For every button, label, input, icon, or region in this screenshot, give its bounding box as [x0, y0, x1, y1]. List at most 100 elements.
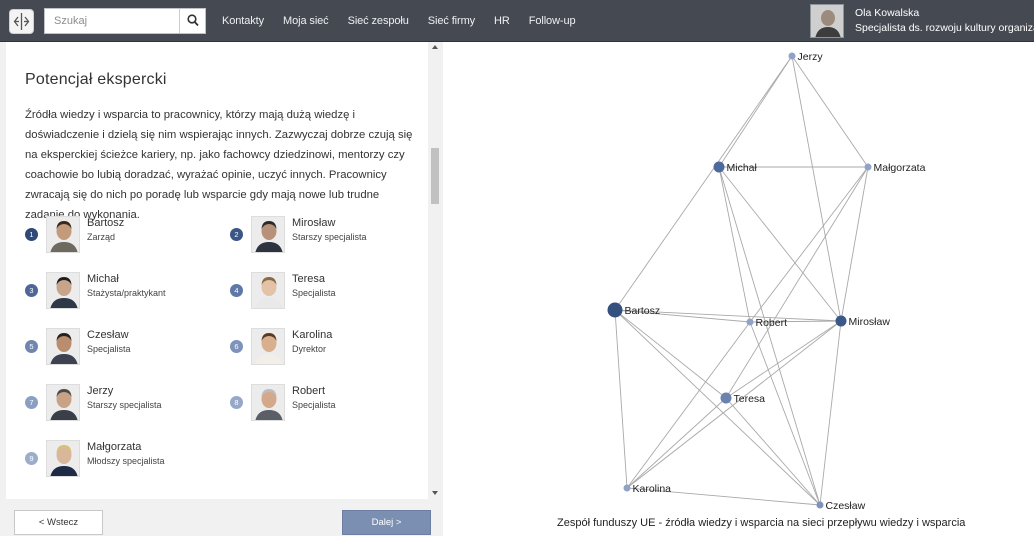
rank-badge: 4 — [230, 284, 243, 297]
person-card[interactable]: 5 Czesław Specjalista — [25, 328, 225, 368]
graph-edge — [791, 55, 869, 168]
next-button[interactable]: Dalej > — [342, 510, 431, 535]
person-photo[interactable] — [46, 272, 80, 309]
nav-follow-up[interactable]: Follow-up — [529, 15, 576, 27]
expert-content: Potencjał ekspercki Źródła wiedzy i wspa… — [6, 42, 428, 499]
graph-caption: Zespół funduszy UE - źródła wiedzy i wsp… — [557, 517, 966, 529]
search-box — [44, 8, 206, 34]
back-button[interactable]: < Wstecz — [14, 510, 103, 535]
person-photo[interactable] — [251, 216, 285, 253]
person-role: Starszy specjalista — [87, 400, 162, 410]
user-name: Ola Kowalska — [855, 7, 920, 19]
rank-badge: 6 — [230, 340, 243, 353]
scroll-up-icon[interactable] — [432, 45, 438, 49]
rank-badge: 7 — [25, 396, 38, 409]
graph-edge — [718, 166, 842, 322]
user-role: Specjalista ds. rozwoju kultury organiza… — [855, 22, 1034, 34]
person-role: Specjalista — [87, 344, 131, 354]
person-name: Jerzy — [87, 385, 114, 397]
search-icon — [187, 14, 199, 27]
rank-badge: 9 — [25, 452, 38, 465]
graph-node[interactable] — [623, 484, 631, 492]
graph-node[interactable] — [835, 315, 847, 327]
person-role: Stażysta/praktykant — [87, 288, 166, 298]
left-panel: Potencjał ekspercki Źródła wiedzy i wspa… — [0, 42, 443, 536]
graph-node[interactable] — [713, 161, 725, 173]
graph-edge — [718, 55, 793, 168]
person-role: Starszy specjalista — [292, 232, 367, 242]
user-avatar[interactable] — [810, 4, 844, 38]
person-photo[interactable] — [46, 216, 80, 253]
graph-edge — [718, 166, 821, 506]
graph-edge — [614, 309, 628, 489]
graph-edge — [614, 309, 727, 399]
person-card[interactable]: 9 Małgorzata Młodszy specjalista — [25, 440, 225, 480]
person-name: Bartosz — [87, 217, 125, 229]
nav-kontakty[interactable]: Kontakty — [222, 15, 264, 27]
graph-node-label: Teresa — [734, 393, 766, 405]
person-photo[interactable] — [251, 328, 285, 365]
person-card[interactable]: 8 Robert Specjalista — [230, 384, 430, 424]
user-profile[interactable]: Ola Kowalska Specjalista ds. rozwoju kul… — [810, 4, 1034, 38]
graph-node[interactable] — [607, 302, 623, 318]
person-card[interactable]: 1 Bartosz Zarząd — [25, 216, 225, 256]
graph-edge — [614, 309, 821, 506]
rank-badge: 8 — [230, 396, 243, 409]
person-name: Małgorzata — [87, 441, 142, 453]
graph-node-label: Mirosław — [849, 316, 891, 328]
search-input[interactable] — [45, 9, 181, 33]
top-bar: Kontakty Moja sieć Sieć zespołu Sieć fir… — [0, 0, 1034, 42]
person-card[interactable]: 3 Michał Stażysta/praktykant — [25, 272, 225, 312]
graph-edge — [725, 166, 869, 399]
graph-node[interactable] — [720, 392, 732, 404]
graph-node-label: Bartosz — [625, 305, 661, 317]
person-role: Zarząd — [87, 232, 116, 242]
network-graph: Jerzy Michał Małgorzata Bartosz Robert Mirosł… — [607, 51, 926, 512]
graph-edge — [749, 166, 869, 323]
scroll-thumb[interactable] — [431, 148, 439, 204]
person-photo[interactable] — [46, 328, 80, 365]
person-role: Specjalista — [292, 400, 336, 410]
person-name: Teresa — [292, 273, 326, 285]
graph-node[interactable] — [816, 501, 824, 509]
app-logo-icon[interactable] — [9, 9, 34, 34]
graph-edge — [725, 320, 842, 399]
person-card[interactable]: 2 Mirosław Starszy specjalista — [230, 216, 430, 256]
rank-badge: 1 — [25, 228, 38, 241]
graph-edge — [819, 320, 842, 506]
rank-badge: 2 — [230, 228, 243, 241]
person-name: Karolina — [292, 329, 333, 341]
graph-node-label: Michał — [727, 162, 758, 174]
rank-badge: 5 — [25, 340, 38, 353]
graph-edge — [791, 55, 842, 322]
page-title: Potencjał ekspercki — [25, 71, 167, 88]
graph-node-label: Karolina — [633, 483, 672, 495]
person-card[interactable]: 7 Jerzy Starszy specjalista — [25, 384, 225, 424]
person-photo[interactable] — [46, 440, 80, 477]
person-name: Mirosław — [292, 217, 336, 229]
nav-siec-firmy[interactable]: Sieć firmy — [428, 15, 475, 27]
person-photo[interactable] — [251, 272, 285, 309]
scrollbar[interactable] — [429, 42, 441, 499]
scroll-down-icon[interactable] — [432, 491, 438, 495]
nav-moja-siec[interactable]: Moja sieć — [283, 15, 329, 27]
person-card[interactable]: 4 Teresa Specjalista — [230, 272, 430, 312]
person-role: Dyrektor — [292, 344, 327, 354]
graph-node[interactable] — [746, 318, 754, 326]
search-button[interactable] — [179, 9, 205, 33]
nav-siec-zespolu[interactable]: Sieć zespołu — [348, 15, 409, 27]
graph-node[interactable] — [788, 52, 796, 60]
nav-hr[interactable]: HR — [494, 15, 510, 27]
graph-edge — [718, 166, 751, 323]
person-photo[interactable] — [46, 384, 80, 421]
graph-edge — [626, 397, 727, 489]
graph-edge — [840, 166, 869, 322]
person-name: Michał — [87, 273, 119, 285]
person-card[interactable]: 6 Karolina Dyrektor — [230, 328, 430, 368]
graph-node[interactable] — [864, 163, 872, 171]
person-photo[interactable] — [251, 384, 285, 421]
graph-node-label: Czesław — [826, 500, 866, 512]
graph-node-label: Jerzy — [798, 51, 824, 63]
graph-node-label: Robert — [756, 317, 788, 329]
graph-node-label: Małgorzata — [874, 162, 926, 174]
